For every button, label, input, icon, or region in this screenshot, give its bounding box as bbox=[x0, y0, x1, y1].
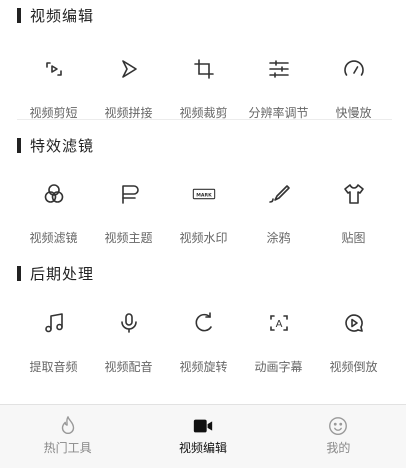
watermark-badge-text: MARK bbox=[196, 192, 212, 198]
tool-label: 视频倒放 bbox=[329, 360, 378, 374]
speedometer-icon bbox=[341, 56, 367, 82]
section-marker bbox=[17, 265, 21, 281]
tool-label: 涂鸦 bbox=[266, 231, 291, 245]
tool-label: 视频主题 bbox=[104, 231, 153, 245]
rotate-icon bbox=[191, 310, 217, 336]
play-outline-icon bbox=[116, 56, 142, 82]
tool-crop[interactable]: 视频裁剪 bbox=[166, 56, 241, 121]
tool-dubbing[interactable]: 视频配音 bbox=[91, 310, 166, 375]
section-divider bbox=[17, 119, 392, 120]
tool-animated-subtitle[interactable]: A 动画字幕 bbox=[241, 310, 316, 375]
tool-label: 视频旋转 bbox=[179, 360, 228, 374]
subtitle-badge-text: A bbox=[275, 319, 282, 330]
nav-item-mine[interactable]: 我的 bbox=[271, 405, 406, 468]
flame-icon bbox=[57, 415, 79, 437]
section-title: 视频编辑 bbox=[30, 6, 95, 25]
tool-rotate[interactable]: 视频旋转 bbox=[166, 310, 241, 375]
tool-reverse[interactable]: 视频倒放 bbox=[316, 310, 391, 375]
video-tools-page: 视频编辑 视频剪短 视频拼接 视频裁剪 分辨率调节 快慢放 特效滤镜 视频滤镜 … bbox=[0, 0, 406, 468]
brush-icon bbox=[266, 181, 292, 207]
tool-watermark[interactable]: MARK 视频水印 bbox=[166, 181, 241, 246]
video-camera-icon bbox=[192, 415, 214, 437]
tool-row-post: 提取音频 视频配音 视频旋转 A 动画字幕 视频倒放 bbox=[0, 310, 406, 375]
nav-item-hot-tools[interactable]: 热门工具 bbox=[0, 405, 135, 468]
bottom-nav: 热门工具 视频编辑 我的 bbox=[0, 404, 406, 468]
flag-icon bbox=[116, 181, 142, 207]
filter-circles-icon bbox=[41, 181, 67, 207]
tool-row-effects: 视频滤镜 视频主题 MARK 视频水印 涂鸦 贴图 bbox=[0, 181, 406, 246]
nav-label: 我的 bbox=[326, 441, 351, 455]
tshirt-icon bbox=[341, 181, 367, 207]
tool-merge[interactable]: 视频拼接 bbox=[91, 56, 166, 121]
section-title: 特效滤镜 bbox=[30, 136, 95, 155]
section-header-post: 后期处理 bbox=[17, 262, 94, 284]
section-marker bbox=[17, 7, 21, 23]
nav-item-video-edit[interactable]: 视频编辑 bbox=[135, 405, 270, 468]
tool-theme[interactable]: 视频主题 bbox=[91, 181, 166, 246]
tool-label: 动画字幕 bbox=[254, 360, 303, 374]
section-header-edit: 视频编辑 bbox=[17, 4, 94, 26]
nav-label: 视频编辑 bbox=[178, 441, 227, 455]
tool-label: 视频水印 bbox=[179, 231, 228, 245]
section-header-effects: 特效滤镜 bbox=[17, 134, 94, 156]
tool-speed[interactable]: 快慢放 bbox=[316, 56, 391, 121]
tool-label: 视频配音 bbox=[104, 360, 153, 374]
microphone-icon bbox=[116, 310, 142, 336]
tool-doodle[interactable]: 涂鸦 bbox=[241, 181, 316, 246]
tool-label: 提取音频 bbox=[29, 360, 78, 374]
tool-sticker[interactable]: 贴图 bbox=[316, 181, 391, 246]
tool-label: 贴图 bbox=[341, 231, 366, 245]
watermark-icon: MARK bbox=[191, 181, 217, 207]
adjust-sliders-icon bbox=[266, 56, 292, 82]
music-note-icon bbox=[41, 310, 67, 336]
smiley-icon bbox=[327, 415, 349, 437]
nav-label: 热门工具 bbox=[43, 441, 92, 455]
tool-label: 视频滤镜 bbox=[29, 231, 78, 245]
tool-filter[interactable]: 视频滤镜 bbox=[16, 181, 91, 246]
trim-icon bbox=[41, 56, 67, 82]
section-marker bbox=[17, 137, 21, 153]
text-frame-icon: A bbox=[266, 310, 292, 336]
tool-extract-audio[interactable]: 提取音频 bbox=[16, 310, 91, 375]
tool-row-edit: 视频剪短 视频拼接 视频裁剪 分辨率调节 快慢放 bbox=[0, 56, 406, 121]
reverse-play-icon bbox=[341, 310, 367, 336]
crop-icon bbox=[191, 56, 217, 82]
tool-trim[interactable]: 视频剪短 bbox=[16, 56, 91, 121]
tool-resolution[interactable]: 分辨率调节 bbox=[241, 56, 316, 121]
section-title: 后期处理 bbox=[30, 264, 95, 283]
